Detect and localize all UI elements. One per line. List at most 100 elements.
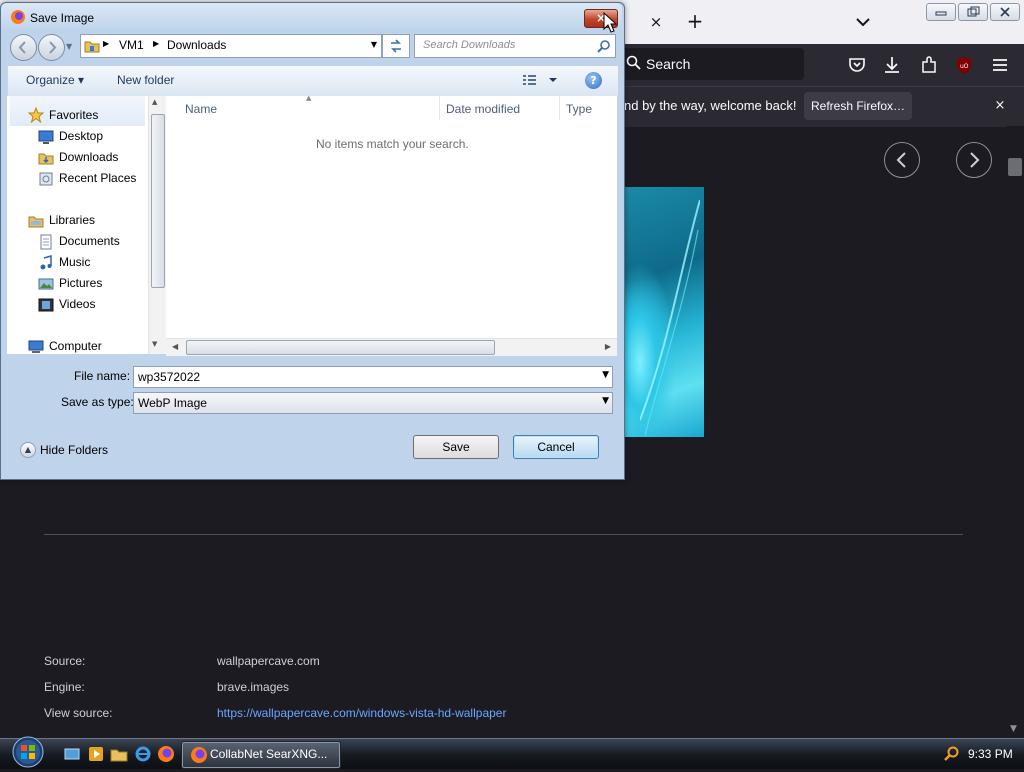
minimize-button[interactable]: [926, 3, 956, 21]
address-breadcrumb[interactable]: ▶ VM1 ▶ Downloads ▼: [80, 34, 382, 58]
scroll-right-arrow-icon[interactable]: ▶: [605, 342, 611, 351]
nav-pane-scrollbar-thumb[interactable]: [151, 114, 165, 288]
view-options-icon[interactable]: [522, 72, 562, 88]
videos-icon: [38, 297, 54, 313]
view-source-label: View source:: [44, 706, 113, 720]
pictures-icon: [38, 276, 54, 292]
scroll-down-arrow-icon[interactable]: ▼: [1010, 724, 1017, 734]
save-type-select[interactable]: WebP Image ▼: [133, 392, 613, 414]
taskbar: [0, 738, 1024, 769]
refresh-firefox-button[interactable]: Refresh Firefox…: [804, 92, 912, 120]
start-button[interactable]: [8, 735, 48, 768]
media-player-icon[interactable]: [87, 745, 105, 763]
dialog-titlebar[interactable]: [1, 3, 622, 33]
extensions-icon[interactable]: [918, 54, 940, 76]
svg-text:uO: uO: [960, 63, 969, 70]
nav-downloads[interactable]: Downloads: [59, 150, 118, 164]
search-icon: [626, 55, 642, 75]
help-icon[interactable]: ?: [585, 72, 602, 89]
scroll-up-arrow-icon[interactable]: ▲: [152, 98, 157, 106]
scroll-down-arrow-icon[interactable]: ▼: [152, 340, 157, 348]
nav-music[interactable]: Music: [59, 255, 90, 269]
firefox-icon: [10, 9, 26, 25]
computer-icon: [28, 339, 44, 355]
address-dropdown-icon[interactable]: ▼: [371, 40, 377, 49]
nav-recent-places[interactable]: Recent Places: [59, 171, 136, 185]
nav-libraries[interactable]: Libraries: [49, 213, 95, 227]
content-divider: [44, 534, 963, 535]
recent-pages-chevron-icon[interactable]: ▼: [66, 42, 72, 51]
explorer-icon[interactable]: [110, 745, 128, 763]
back-button[interactable]: [10, 34, 37, 61]
documents-icon: [38, 234, 54, 250]
hide-folders-button[interactable]: Hide Folders: [40, 443, 108, 457]
nav-desktop[interactable]: Desktop: [59, 129, 103, 143]
favorites-star-icon: [27, 106, 45, 124]
nav-videos[interactable]: Videos: [59, 297, 95, 311]
nav-pictures[interactable]: Pictures: [59, 276, 102, 290]
close-window-button[interactable]: [990, 3, 1020, 21]
column-type[interactable]: Type: [566, 102, 592, 116]
scroll-left-arrow-icon[interactable]: ◀: [172, 342, 178, 351]
next-image-button[interactable]: [956, 142, 992, 178]
nav-pane-scrollbar[interactable]: ▲ ▼: [148, 96, 166, 354]
file-name-dropdown-icon[interactable]: ▼: [602, 370, 609, 380]
engine-value: brave.images: [217, 680, 290, 694]
music-icon: [38, 255, 54, 271]
network-search-icon[interactable]: [942, 745, 960, 763]
tab-list-chevron-icon[interactable]: [852, 12, 874, 32]
firefox-icon[interactable]: [157, 745, 175, 763]
save-type-dropdown-icon[interactable]: ▼: [602, 396, 609, 406]
restore-button[interactable]: [958, 3, 988, 21]
recent-places-icon: [38, 171, 54, 187]
cancel-button[interactable]: Cancel: [513, 435, 599, 459]
menu-icon[interactable]: [989, 54, 1011, 76]
tab-close-icon[interactable]: ×: [646, 12, 666, 32]
browser-search-box[interactable]: Search: [616, 48, 804, 80]
clock[interactable]: 9:33 PM: [968, 747, 1013, 761]
breadcrumb-vm1[interactable]: VM1: [119, 38, 144, 52]
organize-menu[interactable]: Organize ▾: [26, 73, 84, 87]
breadcrumb-separator-icon[interactable]: ▶: [153, 39, 159, 48]
breadcrumb-downloads[interactable]: Downloads: [167, 38, 226, 52]
firefox-icon: [191, 747, 207, 763]
page-scrollbar-thumb[interactable]: [1008, 158, 1022, 176]
page-scrollbar[interactable]: [1006, 126, 1024, 740]
column-separator[interactable]: [439, 96, 440, 120]
taskbar-window-label: CollabNet SearXNG...: [210, 747, 328, 761]
new-tab-button[interactable]: +: [684, 10, 706, 32]
search-downloads-placeholder: Search Downloads: [423, 39, 516, 51]
search-icon[interactable]: [597, 39, 611, 53]
forward-button[interactable]: [38, 34, 65, 61]
sort-arrow-icon: ▲: [306, 94, 312, 102]
show-desktop-icon[interactable]: [63, 745, 81, 763]
column-date-modified[interactable]: Date modified: [446, 102, 520, 116]
breadcrumb-separator-icon[interactable]: ▶: [103, 39, 109, 48]
save-type-value: WebP Image: [138, 396, 207, 410]
view-source-link[interactable]: https://wallpapercave.com/windows-vista-…: [217, 706, 506, 720]
previous-image-button[interactable]: [884, 142, 920, 178]
pocket-icon[interactable]: [846, 54, 868, 76]
new-folder-button[interactable]: New folder: [117, 73, 174, 87]
file-name-label: File name:: [74, 369, 131, 383]
file-name-value: wp3572022: [138, 370, 201, 384]
column-separator[interactable]: [559, 96, 560, 120]
download-icon[interactable]: [881, 54, 903, 76]
nav-documents[interactable]: Documents: [59, 234, 120, 248]
refresh-button[interactable]: [382, 34, 410, 58]
internet-explorer-icon[interactable]: [134, 745, 152, 763]
column-name[interactable]: Name: [185, 102, 217, 116]
file-name-input[interactable]: wp3572022 ▼: [133, 366, 613, 388]
folder-icon: [84, 41, 100, 53]
nav-computer[interactable]: Computer: [49, 339, 102, 353]
source-label: Source:: [44, 654, 86, 668]
notification-text: nd by the way, welcome back!: [624, 98, 797, 113]
file-list[interactable]: [166, 96, 617, 340]
save-button[interactable]: Save: [413, 435, 499, 459]
hide-folders-chevron-icon[interactable]: ▲: [20, 442, 36, 458]
nav-favorites[interactable]: Favorites: [49, 108, 98, 122]
ublock-icon[interactable]: uO: [953, 54, 975, 76]
horizontal-scrollbar-thumb[interactable]: [186, 340, 495, 355]
mouse-cursor-icon: [603, 12, 617, 33]
notification-close-icon[interactable]: ×: [990, 96, 1010, 116]
